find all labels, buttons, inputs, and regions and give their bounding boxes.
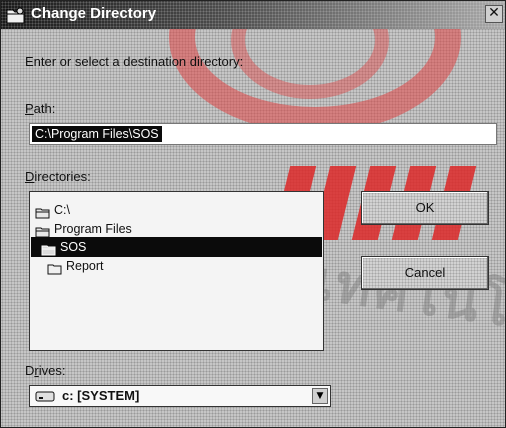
open-folder-icon [35, 205, 51, 219]
folder-app-icon [6, 7, 25, 24]
directory-item-c-root[interactable]: C:\ [33, 200, 74, 220]
directory-item-sos[interactable]: SOS [31, 237, 322, 257]
directories-list[interactable]: C:\ Program Files SOS Report [29, 191, 324, 351]
ok-button[interactable]: OK [361, 191, 489, 225]
instruction-text: Enter or select a destination directory: [25, 54, 244, 69]
path-value: C:\Program Files\SOS [32, 126, 162, 142]
directory-item-program-files[interactable]: Program Files [33, 219, 136, 239]
drive-value: c: [SYSTEM] [62, 388, 140, 403]
path-input[interactable]: C:\Program Files\SOS [29, 123, 497, 145]
hard-drive-icon [35, 391, 55, 402]
path-label: Path: [25, 101, 56, 116]
close-icon: ✕ [488, 5, 500, 21]
chevron-down-icon[interactable]: ▼ [312, 388, 328, 404]
directory-item-report[interactable]: Report [45, 256, 108, 276]
close-button[interactable]: ✕ [485, 5, 503, 23]
open-folder-icon [41, 242, 57, 256]
window-title: Change Directory [31, 5, 157, 22]
drives-dropdown[interactable]: c: [SYSTEM] ▼ [29, 385, 331, 407]
cancel-button[interactable]: Cancel [361, 256, 489, 290]
title-bar[interactable]: Change Directory ✕ [1, 1, 505, 29]
directories-label: Directories: [25, 169, 91, 184]
change-directory-dialog: วิทยาลัยเทคโนโลยี Change Directory ✕ Ent… [0, 0, 506, 428]
open-folder-icon [35, 224, 51, 238]
folder-icon [47, 261, 63, 275]
drives-label: Drives: [25, 363, 66, 378]
